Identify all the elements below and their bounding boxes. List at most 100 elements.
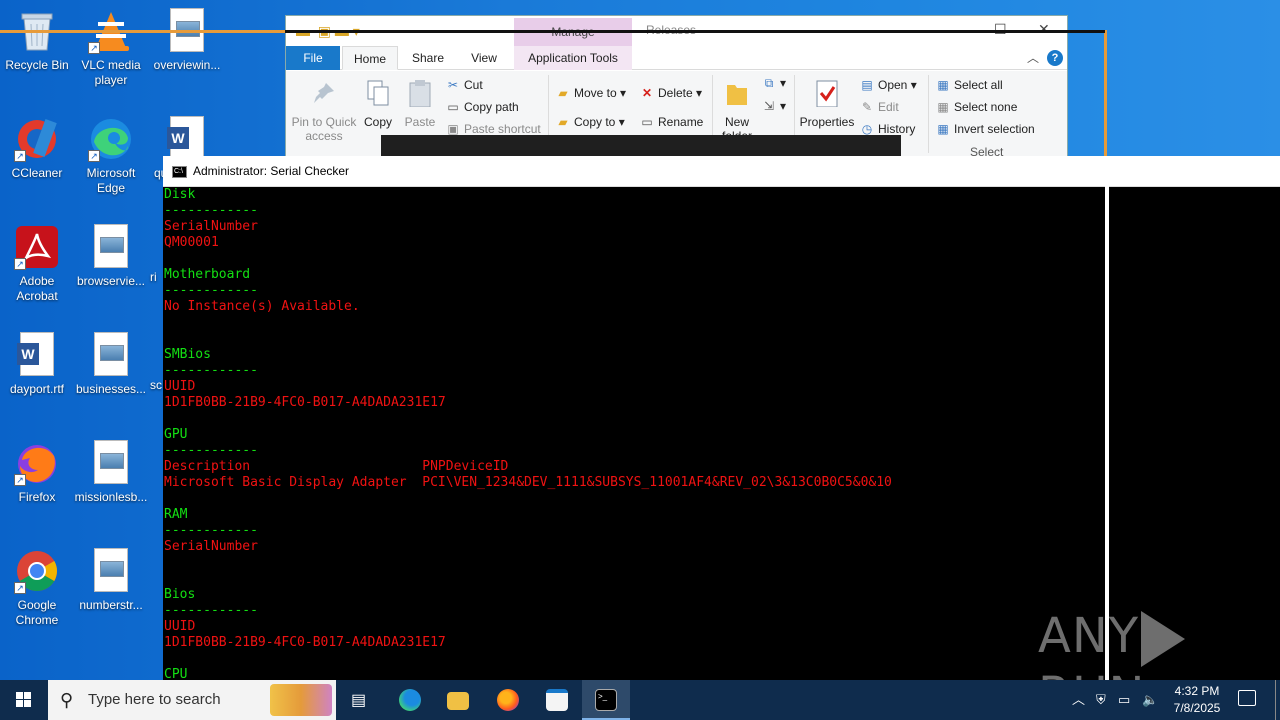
desktop-icon-ri[interactable]: ri	[150, 270, 164, 285]
move-to-button[interactable]: ▰ Move to ▾	[556, 86, 626, 100]
search-box[interactable]: ⚲ Type here to search	[48, 680, 336, 720]
console-border	[1105, 156, 1109, 680]
open-button[interactable]: ▤ Open ▾	[860, 78, 916, 92]
desktop-icon-ccleaner[interactable]: ↗ CCleaner	[0, 116, 74, 181]
taskbar-file-explorer[interactable]	[434, 680, 482, 720]
show-desktop-button[interactable]	[1275, 680, 1276, 720]
console-line: ------------	[164, 363, 258, 378]
desktop-icon-missionlesb[interactable]: missionlesb...	[74, 440, 148, 505]
search-placeholder: Type here to search	[88, 691, 221, 708]
taskbar-app-window[interactable]	[533, 680, 581, 720]
easy-access-button[interactable]: ⇲ ▾	[762, 99, 786, 113]
rename-button[interactable]: ▭ Rename	[640, 115, 703, 129]
shortcut-arrow-icon: ↗	[88, 42, 100, 54]
move-to-icon: ▰	[558, 86, 568, 100]
new-item-button[interactable]: ⧉ ▾	[762, 76, 786, 91]
desktop-icon-numberstr[interactable]: numberstr...	[74, 548, 148, 613]
copy-button[interactable]: Copy	[360, 79, 396, 129]
console-line: Microsoft Basic Display Adapter PCI\VEN_…	[164, 475, 892, 490]
task-view-button[interactable]: ▤	[336, 680, 384, 720]
copy-icon	[362, 79, 394, 111]
play-logo-icon	[1141, 611, 1186, 667]
select-all-button[interactable]: ▦ Select all	[936, 78, 1002, 92]
collapse-ribbon-icon[interactable]: ︿	[1027, 49, 1039, 66]
select-none-button[interactable]: ▦ Select none	[936, 100, 1017, 114]
console-output[interactable]: Disk ------------ SerialNumber QM00001 Mothe…	[164, 187, 1104, 680]
copy-to-button[interactable]: ▰ Copy to ▾	[556, 115, 624, 129]
start-button[interactable]	[0, 680, 48, 720]
acrobat-icon: ↗	[14, 224, 60, 270]
cut-button[interactable]: ✂ Cut	[446, 78, 483, 92]
console-line: RAM	[164, 507, 188, 522]
history-icon: ◷	[861, 122, 873, 136]
desktop-icon-vlc[interactable]: ↗ VLC media player	[74, 8, 148, 88]
desktop-icon-label: numberstr...	[79, 598, 143, 612]
desktop-icon-label: CCleaner	[11, 166, 63, 180]
properties-icon	[811, 79, 843, 111]
desktop-icon-microsoft-edge[interactable]: ↗ Microsoft Edge	[74, 116, 148, 196]
taskbar-firefox[interactable]	[484, 680, 532, 720]
console-line: No Instance(s) Available.	[164, 299, 360, 314]
minimize-icon[interactable]: —	[951, 21, 965, 37]
desktop-icon-firefox[interactable]: ↗ Firefox	[0, 440, 74, 505]
image-file-icon	[88, 548, 134, 594]
desktop-icon-dayport[interactable]: W dayport.rtf	[0, 332, 74, 397]
firefox-icon	[497, 689, 519, 711]
edit-button[interactable]: ✎ Edit	[860, 100, 899, 114]
tab-view[interactable]: View	[462, 46, 506, 70]
help-icon[interactable]: ?	[1047, 50, 1063, 66]
taskbar-edge[interactable]	[386, 680, 434, 720]
desktop-icon-sc[interactable]: sc	[150, 378, 164, 393]
paste-button[interactable]: Paste	[402, 79, 438, 129]
firefox-icon: ↗	[14, 440, 60, 486]
copy-path-button[interactable]: ▭ Copy path	[446, 100, 518, 114]
paste-shortcut-button[interactable]: ▣ Paste shortcut	[446, 122, 540, 136]
desktop-icon-google-chrome[interactable]: ↗ Google Chrome	[0, 548, 74, 628]
desktop-icon-label: missionlesb...	[74, 490, 148, 504]
window-border-dark	[285, 30, 1105, 33]
ccleaner-icon: ↗	[14, 116, 60, 162]
desktop-icon-label: Google Chrome	[15, 598, 59, 627]
edge-icon	[399, 689, 421, 711]
console-title-bar[interactable]: C:\ Administrator: Serial Checker	[163, 156, 1280, 187]
network-icon[interactable]: ▭	[1118, 680, 1130, 720]
desktop-icon-label: ri	[150, 270, 157, 284]
desktop-icon-businesses[interactable]: businesses...	[74, 332, 148, 397]
windows-logo-icon	[16, 692, 32, 708]
console-window[interactable]: C:\ Administrator: Serial Checker Disk --…	[163, 156, 1280, 680]
tab-file[interactable]: File	[286, 46, 340, 70]
cmd-icon: C:\	[172, 166, 187, 178]
search-highlight-image	[270, 684, 332, 716]
desktop-icon-label: overviewin...	[153, 58, 221, 72]
console-line: Disk	[164, 187, 196, 202]
console-line: UUID	[164, 619, 196, 634]
volume-icon[interactable]: 🔈	[1142, 680, 1158, 720]
image-file-icon	[88, 332, 134, 378]
tab-application-tools[interactable]: Application Tools	[514, 46, 632, 70]
console-line: SMBios	[164, 347, 211, 362]
pin-to-quick-access-button[interactable]: Pin to Quick access	[290, 79, 358, 143]
clock[interactable]: 4:32 PM 7/8/2025	[1162, 683, 1232, 717]
tab-home[interactable]: Home	[342, 46, 398, 70]
notification-center-icon[interactable]	[1238, 690, 1256, 706]
desktop-icon-overviewin[interactable]: overviewin...	[150, 8, 224, 73]
desktop-icon-recycle-bin[interactable]: Recycle Bin	[0, 8, 74, 73]
show-hidden-icons-chevron-icon[interactable]: ︿	[1072, 680, 1085, 720]
desktop-icon-browservie[interactable]: browservie...	[74, 224, 148, 289]
tab-share[interactable]: Share	[406, 46, 450, 70]
task-view-icon: ▤	[351, 692, 367, 709]
file-explorer-window[interactable]: ▬ ▣ ▬ ▾ Manage Releases — ☐ ✕ File Home …	[285, 15, 1068, 161]
console-line: Description PNPDeviceID	[164, 459, 509, 474]
desktop-icon-label: Recycle Bin	[5, 58, 69, 72]
delete-button[interactable]: ✕ Delete ▾	[640, 86, 702, 100]
desktop-icon-adobe-acrobat[interactable]: ↗ Adobe Acrobat	[0, 224, 74, 304]
taskbar-cmd[interactable]: >_	[582, 680, 630, 720]
new-folder-button[interactable]: New folder	[716, 79, 758, 143]
ribbon-home: Pin to Quick access Copy Paste ✂ Cut ▭ Cop…	[286, 71, 1067, 161]
security-icon[interactable]: ⛨	[1096, 680, 1106, 720]
shortcut-arrow-icon: ↗	[88, 150, 100, 162]
history-button[interactable]: ◷ History	[860, 122, 916, 136]
invert-selection-button[interactable]: ▦ Invert selection	[936, 122, 1034, 136]
